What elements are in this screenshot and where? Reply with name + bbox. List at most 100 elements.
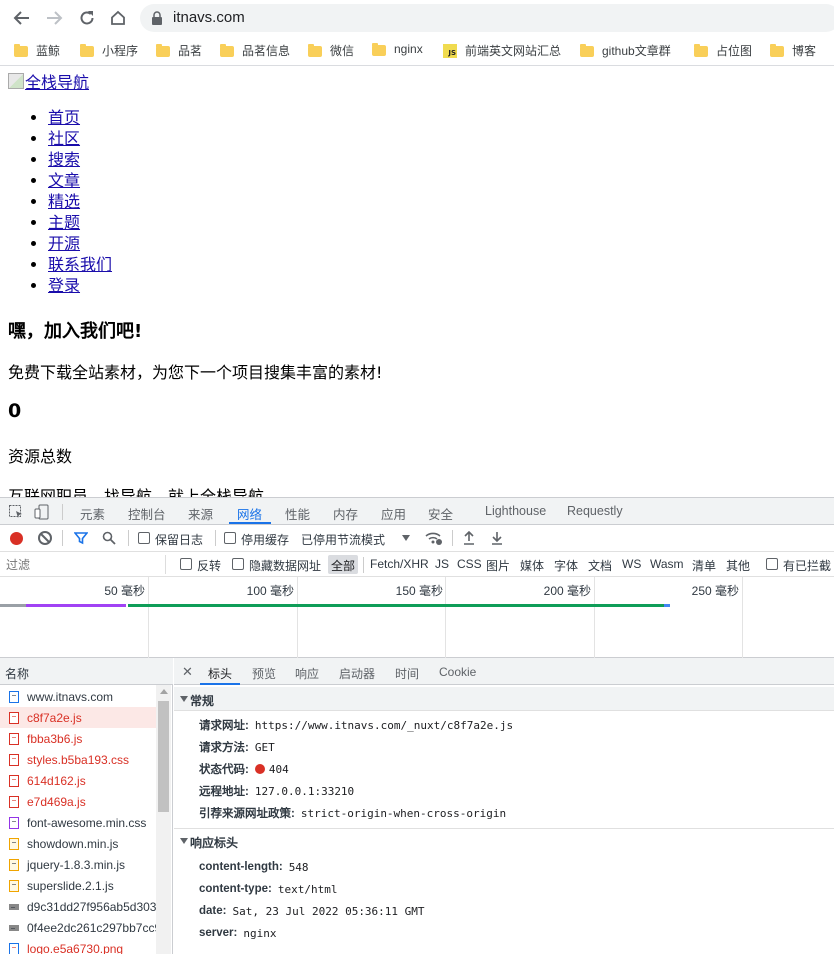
nav-link-opensource[interactable]: 开源 (48, 234, 80, 253)
back-button[interactable] (10, 6, 34, 30)
filter-type-wasm[interactable]: Wasm (650, 557, 684, 571)
bookmark-item[interactable]: 小程序 (80, 42, 138, 59)
nav-link-login[interactable]: 登录 (48, 276, 80, 295)
general-section-header[interactable]: 常规 (174, 687, 834, 711)
bookmark-item[interactable]: github文章群 (580, 42, 671, 59)
network-conditions-icon[interactable] (425, 530, 443, 546)
bookmark-item[interactable]: 占位图 (694, 42, 752, 59)
tab-network[interactable]: 网络 (237, 504, 262, 523)
filter-icon[interactable] (74, 531, 88, 545)
nav-link-contact[interactable]: 联系我们 (48, 255, 112, 274)
tab-console[interactable]: 控制台 (128, 504, 166, 523)
request-row[interactable]: www.itnavs.com (0, 686, 156, 707)
nav-link-community[interactable]: 社区 (48, 129, 80, 148)
bookmark-item[interactable]: 博客 (770, 42, 816, 59)
scroll-thumb[interactable] (158, 701, 169, 812)
timeline-gridline (594, 577, 595, 658)
filter-type-media[interactable]: 媒体 (520, 557, 544, 574)
reload-button[interactable] (75, 6, 99, 30)
tab-cookie[interactable]: Cookie (439, 665, 476, 679)
filter-type-img[interactable]: 图片 (486, 557, 510, 574)
tab-initiator[interactable]: 启动器 (339, 665, 375, 682)
filter-type-css[interactable]: CSS (457, 557, 482, 571)
request-list-scrollbar[interactable] (156, 685, 171, 954)
home-button[interactable] (106, 6, 130, 30)
request-row[interactable]: fbba3b6.js (0, 728, 156, 749)
filter-type-js[interactable]: JS (435, 557, 449, 571)
filter-type-other[interactable]: 其他 (726, 557, 750, 574)
export-har-icon[interactable] (491, 531, 503, 545)
invert-checkbox[interactable] (180, 558, 192, 570)
bookmark-item[interactable]: nginx (372, 42, 423, 56)
filter-type-fetch[interactable]: Fetch/XHR (370, 557, 429, 571)
timeline-gridline (148, 577, 149, 658)
filter-type-font[interactable]: 字体 (554, 557, 578, 574)
filter-type-ws[interactable]: WS (622, 557, 641, 571)
bookmark-item[interactable]: 蓝鲸 (14, 42, 60, 59)
scroll-up-icon[interactable] (160, 689, 168, 694)
tab-sources[interactable]: 来源 (188, 504, 213, 523)
logo-link[interactable]: 全栈导航 (8, 69, 89, 93)
tab-application[interactable]: 应用 (381, 504, 406, 523)
nav-link-articles[interactable]: 文章 (48, 171, 80, 190)
tab-security[interactable]: 安全 (428, 504, 453, 523)
request-row[interactable]: jquery-1.8.3.min.js (0, 854, 156, 875)
nav-link-topics[interactable]: 主题 (48, 213, 80, 232)
import-har-icon[interactable] (463, 531, 475, 545)
tab-elements[interactable]: 元素 (80, 504, 105, 523)
filter-type-all[interactable]: 全部 (328, 555, 359, 574)
tab-timing[interactable]: 时间 (395, 665, 419, 682)
bookmark-item[interactable]: 品茗 (156, 42, 202, 59)
tab-response[interactable]: 响应 (295, 665, 319, 682)
timeline-tick-label: 250 毫秒 (691, 584, 739, 598)
preserve-log-checkbox[interactable] (138, 532, 150, 544)
network-toolbar: 保留日志 停用缓存 已停用节流模式 (0, 525, 834, 552)
request-row[interactable]: c8f7a2e.js (0, 707, 156, 728)
close-icon[interactable]: ✕ (182, 664, 193, 680)
hide-data-urls-checkbox[interactable] (232, 558, 244, 570)
nav-link-home[interactable]: 首页 (48, 108, 80, 127)
tab-memory[interactable]: 内存 (333, 504, 358, 523)
header-key: 请求网址: (199, 720, 249, 732)
response-headers-section-header[interactable]: 响应标头 (174, 828, 834, 852)
throttle-select[interactable]: 已停用节流模式 (301, 531, 385, 548)
tab-performance[interactable]: 性能 (285, 504, 310, 523)
tab-requestly[interactable]: Requestly (567, 504, 623, 518)
address-bar[interactable]: itnavs.com (140, 4, 834, 32)
nav-link-featured[interactable]: 精选 (48, 192, 80, 211)
forward-button[interactable] (42, 6, 66, 30)
bookmark-item[interactable]: 品茗信息 (220, 42, 290, 59)
request-row[interactable]: d9c31dd27f956ab5d303 (0, 896, 156, 917)
filter-type-manifest[interactable]: 清单 (692, 557, 716, 574)
bookmark-item[interactable]: 微信 (308, 42, 354, 59)
name-column-header[interactable]: 名称 (0, 658, 173, 685)
disable-cache-checkbox[interactable] (224, 532, 236, 544)
request-row[interactable]: e7d469a.js (0, 791, 156, 812)
bookmark-label: 品茗 (178, 44, 203, 58)
request-row[interactable]: superslide.2.1.js (0, 875, 156, 896)
clear-icon[interactable] (38, 531, 52, 545)
header-value: https://www.itnavs.com/_nuxt/c8f7a2e.js (254, 718, 514, 732)
search-icon[interactable] (102, 531, 116, 545)
request-name: jquery-1.8.3.min.js (27, 857, 126, 872)
request-row[interactable]: showdown.min.js (0, 833, 156, 854)
tab-preview[interactable]: 预览 (252, 665, 276, 682)
separator (62, 504, 63, 520)
network-timeline[interactable]: 50 毫秒 100 毫秒 150 毫秒 200 毫秒 250 毫秒 (0, 577, 834, 658)
request-row[interactable]: logo.e5a6730.png (0, 938, 156, 954)
tab-headers[interactable]: 标头 (208, 665, 232, 682)
bookmark-item[interactable]: JS 前端英文网站汇总 (443, 42, 561, 59)
request-row[interactable]: font-awesome.min.css (0, 812, 156, 833)
nav-link-search[interactable]: 搜索 (48, 150, 80, 169)
inspect-element-icon[interactable] (8, 504, 24, 520)
request-row[interactable]: 614d162.js (0, 770, 156, 791)
tab-lighthouse[interactable]: Lighthouse (485, 504, 546, 518)
nav-item: 登录 (48, 275, 112, 296)
blocked-requests-checkbox[interactable] (766, 558, 778, 570)
device-toolbar-icon[interactable] (34, 504, 50, 520)
filter-type-doc[interactable]: 文档 (588, 557, 612, 574)
request-row[interactable]: styles.b5ba193.css (0, 749, 156, 770)
request-row[interactable]: 0f4ee2dc261c297bb7cc9 (0, 917, 156, 938)
record-icon[interactable] (10, 532, 23, 545)
filter-input[interactable] (4, 555, 166, 574)
